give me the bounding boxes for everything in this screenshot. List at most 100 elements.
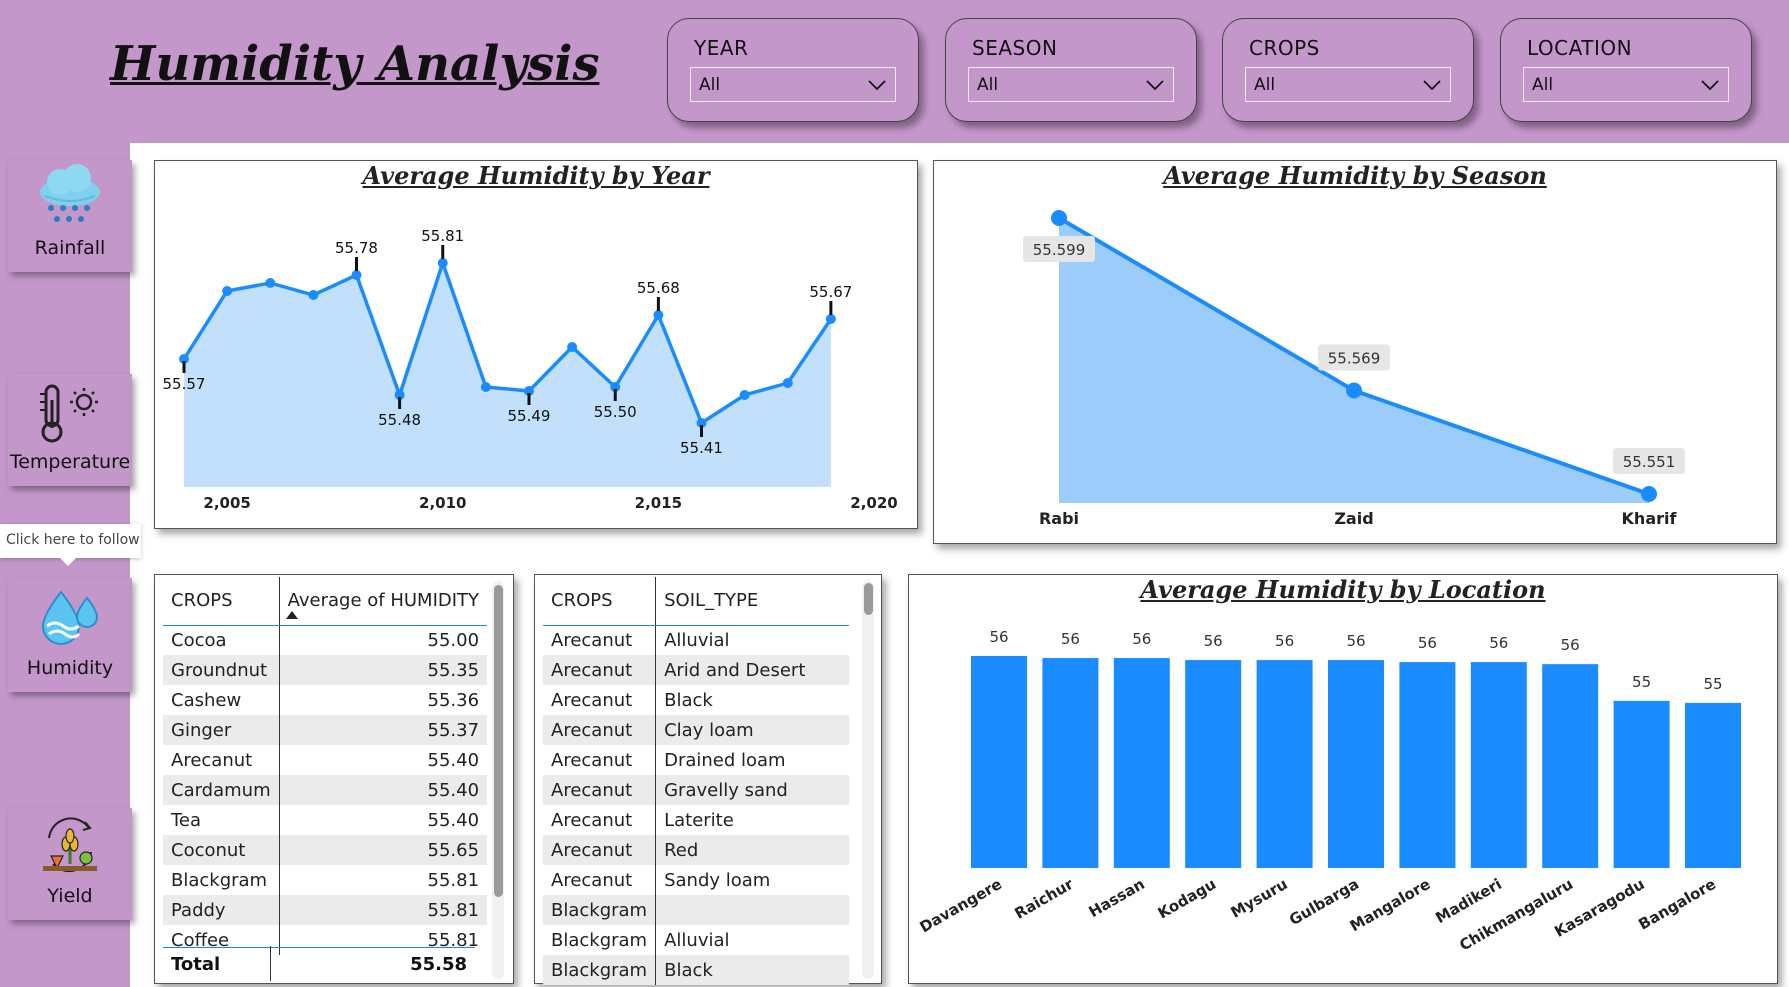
table-row[interactable]: Cocoa 55.00 (163, 625, 488, 655)
year-data-point (782, 378, 793, 388)
crops-table-scrollbar[interactable] (494, 585, 503, 897)
soil-table-scrollbar[interactable] (864, 583, 873, 615)
year-dropdown[interactable]: All (690, 67, 896, 102)
table-row[interactable]: Blackgram Black (543, 955, 849, 985)
humidity-by-location-chart: 56 Davangere 56 Raichur 56 Hassan 56 Kodagu 56 My… (917, 628, 1741, 954)
table-row[interactable]: Arecanut Red (543, 835, 849, 865)
column-header-soil-type[interactable]: SOIL_TYPE (655, 577, 849, 626)
year-axis-tick-label: 2,020 (850, 494, 897, 512)
season-data-point (1051, 210, 1067, 226)
table-row[interactable]: Arecanut Sandy loam (543, 865, 849, 895)
table-row[interactable]: Arecanut Alluvial (543, 625, 849, 655)
humidity-value-cell: 55.40 (278, 805, 488, 835)
table-row[interactable]: Blackgram 55.81 (163, 865, 488, 895)
year-data-label: 55.67 (809, 283, 852, 301)
year-data-label: 55.50 (594, 403, 637, 421)
year-data-label: 55.49 (508, 407, 551, 425)
table-row[interactable]: Arecanut Black (543, 685, 849, 715)
location-axis-category-label: Kodagu (1155, 875, 1219, 923)
humidity-value-cell: 55.40 (278, 775, 488, 805)
total-value: 55.58 (410, 954, 467, 975)
location-axis-category-label: Bangalore (1635, 875, 1719, 934)
crop-cell: Cocoa (171, 629, 227, 651)
season-dropdown[interactable]: All (968, 67, 1174, 102)
table-row[interactable]: Coconut 55.65 (163, 835, 488, 865)
crop-cell: Arecanut (551, 689, 633, 711)
location-bar (1042, 658, 1099, 868)
crop-cell: Arecanut (543, 775, 656, 805)
table-row[interactable]: Blackgram Alluvial (543, 925, 849, 955)
year-data-label: 55.68 (637, 279, 680, 297)
humidity-by-season-panel: Average Humidity by Season 55.599 Rabi 55.… (933, 160, 1777, 544)
location-bar (1256, 660, 1313, 868)
location-data-label: 56 (1346, 632, 1365, 650)
column-header-average-humidity[interactable]: Average of HUMIDITY (278, 577, 488, 626)
table-row[interactable]: Arecanut 55.40 (163, 745, 488, 775)
humidity-by-year-chart: 55.57 55.78 55.48 55.81 55.49 55.50 55.68 55.41… (163, 227, 898, 512)
humidity-value-cell: 55.36 (278, 685, 488, 715)
table-row[interactable]: Cashew 55.36 (163, 685, 488, 715)
table-row[interactable]: Arecanut Drained loam (543, 745, 849, 775)
location-bar (1328, 660, 1384, 868)
soil-table-scrollbar-track (862, 581, 874, 979)
year-axis-tick-label: 2,010 (419, 494, 466, 512)
table-row[interactable]: Ginger 55.37 (163, 715, 488, 745)
table-row[interactable]: Paddy 55.81 (163, 895, 488, 925)
year-data-label: 55.81 (421, 227, 464, 245)
year-data-point (308, 290, 319, 300)
year-data-label: 55.78 (335, 239, 378, 257)
location-bar (1185, 660, 1242, 868)
location-data-label: 56 (1275, 632, 1294, 650)
column-header-crops[interactable]: CROPS (543, 577, 656, 626)
year-filter: YEAR All (667, 18, 919, 122)
crops-table-total-row: Total 55.58 (163, 946, 475, 981)
year-axis-tick-label: 2,015 (635, 494, 682, 512)
nav-rainfall-button[interactable]: Rainfall (8, 160, 132, 272)
season-axis-category-label: Kharif (1622, 509, 1678, 528)
location-bar (1399, 662, 1456, 868)
soil-type-cell: Black (655, 685, 849, 715)
table-row[interactable]: Cardamum 55.40 (163, 775, 488, 805)
table-row[interactable]: Arecanut Arid and Desert (543, 655, 849, 685)
location-dropdown[interactable]: All (1523, 67, 1729, 102)
nav-temperature-label: Temperature (9, 451, 131, 473)
location-axis-category-label: Hassan (1086, 875, 1148, 921)
nav-yield-button[interactable]: Yield (8, 808, 132, 920)
soil-type-cell: Black (655, 955, 849, 985)
soil-type-cell: Clay loam (655, 715, 849, 745)
season-axis-category-label: Rabi (1039, 509, 1079, 528)
column-header-crops[interactable]: CROPS (163, 577, 280, 626)
chevron-down-icon (1423, 80, 1441, 91)
crop-cell: Ginger (163, 715, 280, 745)
crop-cell: Coconut (163, 835, 280, 865)
soil-type-cell: Gravelly sand (655, 775, 849, 805)
season-axis-category-label: Zaid (1334, 509, 1373, 528)
nav-humidity-button[interactable]: Humidity (8, 578, 132, 692)
nav-humidity-label: Humidity (26, 657, 114, 679)
crop-cell: Arecanut (171, 749, 253, 771)
location-data-label: 55 (1632, 673, 1651, 691)
location-bar (1542, 664, 1599, 868)
table-row[interactable]: Blackgram (543, 895, 849, 925)
season-filter-label: SEASON (972, 36, 1058, 60)
humidity-value-cell: 55.81 (278, 865, 488, 895)
table-row[interactable]: Arecanut Clay loam (543, 715, 849, 745)
table-row[interactable]: Arecanut Laterite (543, 805, 849, 835)
page-title: Humidity Analysis (110, 36, 600, 92)
location-bar (1613, 700, 1670, 868)
crops-dropdown[interactable]: All (1245, 67, 1451, 102)
table-row[interactable]: Arecanut Gravelly sand (543, 775, 849, 805)
crops-humidity-table: CROPS Average of HUMIDITY Cocoa 55.00 Grou… (163, 577, 488, 955)
table-row[interactable]: Groundnut 55.35 (163, 655, 488, 685)
location-axis-category-label: Raichur (1012, 875, 1077, 923)
chevron-down-icon (1701, 80, 1719, 91)
nav-temperature-button[interactable]: Temperature (8, 374, 132, 486)
year-data-point (739, 390, 750, 400)
year-data-label: 55.57 (163, 375, 206, 393)
location-axis-category-label: Davangere (917, 875, 1005, 936)
table-row[interactable]: Tea 55.40 (163, 805, 488, 835)
soil-type-cell: Laterite (655, 805, 849, 835)
soil-type-cell: Red (655, 835, 849, 865)
crop-cell: Groundnut (163, 655, 280, 685)
chevron-down-icon (868, 80, 886, 91)
